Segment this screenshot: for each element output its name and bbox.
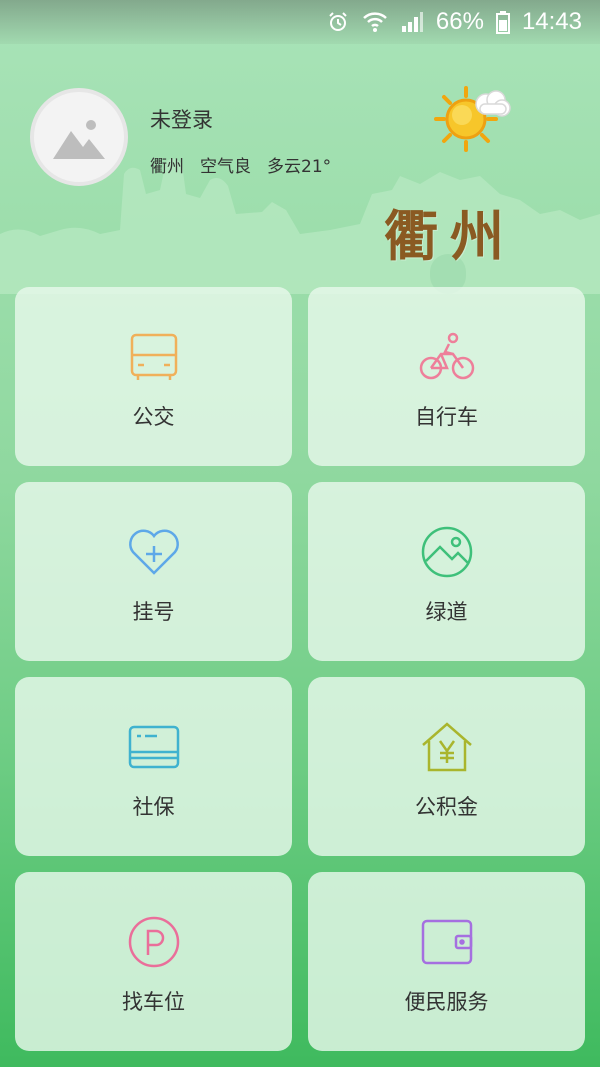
battery-icon bbox=[495, 10, 510, 34]
signal-icon bbox=[400, 10, 424, 34]
city-logo: 衢州 bbox=[384, 204, 516, 268]
bicycle-icon bbox=[419, 329, 475, 385]
service-label: 绿道 bbox=[425, 599, 468, 624]
service-bicycle[interactable]: 自行车 bbox=[308, 287, 585, 466]
alarm-icon bbox=[326, 10, 350, 34]
service-convenience[interactable]: 便民服务 bbox=[308, 872, 585, 1051]
service-label: 找车位 bbox=[122, 989, 185, 1014]
wallet-icon bbox=[419, 914, 475, 970]
heart-plus-icon bbox=[126, 524, 182, 580]
weather-info: 衢州 空气良 多云21° bbox=[150, 152, 331, 177]
clock: 14:43 bbox=[521, 8, 582, 35]
service-label: 便民服务 bbox=[404, 989, 489, 1014]
wifi-icon bbox=[362, 10, 388, 34]
service-label: 自行车 bbox=[415, 404, 478, 429]
house-yuan-icon bbox=[419, 719, 475, 775]
service-bus[interactable]: 公交 bbox=[15, 287, 292, 466]
service-greenway[interactable]: 绿道 bbox=[308, 482, 585, 661]
avatar[interactable] bbox=[30, 88, 128, 186]
bus-icon bbox=[126, 329, 182, 385]
air-quality: 空气良 bbox=[200, 157, 251, 177]
city-name: 衢州 bbox=[150, 157, 184, 177]
service-grid: 公交 自行车 挂号 绿道 社保 公积金 找车位 便民服务 bbox=[15, 287, 585, 1051]
service-label: 公交 bbox=[132, 404, 175, 429]
service-registration[interactable]: 挂号 bbox=[15, 482, 292, 661]
service-label: 社保 bbox=[132, 794, 175, 819]
service-housing-fund[interactable]: 公积金 bbox=[308, 677, 585, 856]
service-label: 挂号 bbox=[132, 599, 175, 624]
parking-icon bbox=[126, 914, 182, 970]
status-bar: 66% 14:43 bbox=[0, 0, 600, 44]
partly-cloudy-icon bbox=[434, 86, 511, 152]
battery-percent: 66% bbox=[435, 8, 484, 35]
service-social-security[interactable]: 社保 bbox=[15, 677, 292, 856]
image-placeholder-icon bbox=[53, 120, 105, 159]
service-label: 公积金 bbox=[415, 794, 478, 819]
profile-header: 未登录 衢州 空气良 多云21° 衢州 bbox=[0, 44, 600, 294]
weather-text: 多云21° bbox=[267, 157, 332, 177]
user-name[interactable]: 未登录 bbox=[150, 104, 213, 134]
card-icon bbox=[126, 719, 182, 775]
service-parking[interactable]: 找车位 bbox=[15, 872, 292, 1051]
landscape-icon bbox=[419, 524, 475, 580]
